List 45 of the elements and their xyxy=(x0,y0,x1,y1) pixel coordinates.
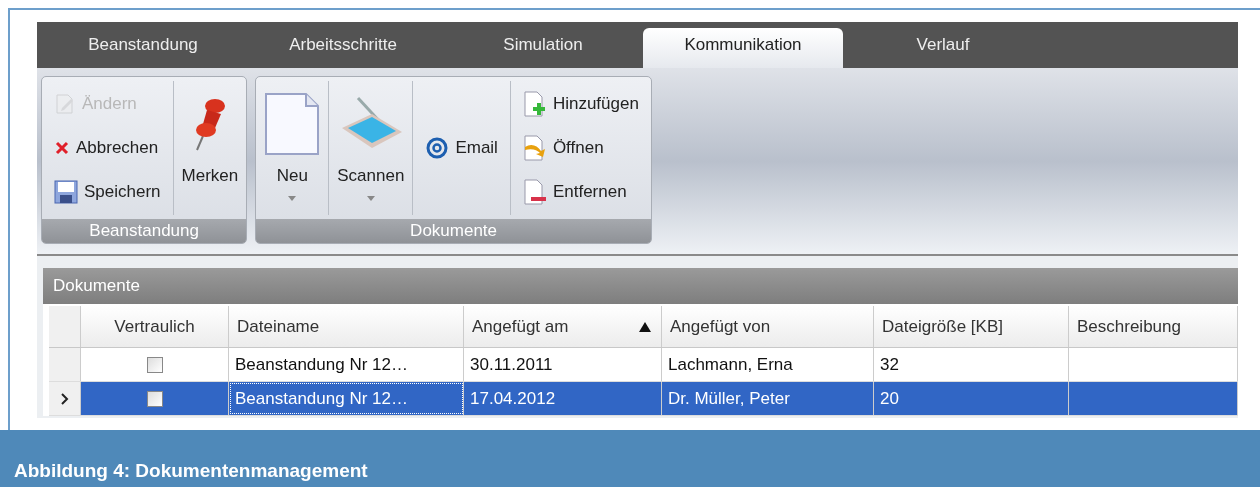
document-arrow-icon xyxy=(522,135,547,161)
pencil-document-icon xyxy=(54,93,76,115)
table-cell: 17.04.2012 xyxy=(464,382,662,415)
checkbox[interactable] xyxy=(146,390,163,407)
ribbon-button[interactable]: Hinzufügen xyxy=(518,85,643,123)
ribbon-large-button[interactable]: Neu xyxy=(256,81,329,215)
table-row[interactable]: Beanstandung Nr 12… 30.11.2011 Lachmann, Erna 32 xyxy=(49,348,1238,382)
panel-header: Dokumente xyxy=(43,268,1238,304)
table-row[interactable]: Beanstandung Nr 12… 17.04.2012 Dr. Müller, Peter 20 xyxy=(49,382,1238,416)
table-cell: Beanstandung Nr 12… xyxy=(229,348,464,381)
ribbon-tab[interactable]: Simulation xyxy=(443,28,643,68)
sort-ascending-icon xyxy=(639,321,651,332)
ribbon-button[interactable]: Email xyxy=(421,129,502,167)
dropdown-caret-icon xyxy=(366,196,375,201)
add-document-icon xyxy=(522,91,547,117)
ribbon-button[interactable]: Abbrechen xyxy=(50,129,165,167)
ribbon-large-button[interactable]: Scannen xyxy=(329,81,413,215)
table-cell: Dr. Müller, Peter xyxy=(662,382,874,415)
blank-document-icon xyxy=(264,92,321,156)
table-cell: 20 xyxy=(874,382,1069,415)
column-header[interactable]: Vertraulich xyxy=(81,306,229,347)
ribbon-tab[interactable]: Arbeitsschritte xyxy=(243,28,443,68)
ribbon-button[interactable]: Speichern xyxy=(50,173,165,211)
remove-document-icon xyxy=(522,179,547,205)
group-label: Dokumente xyxy=(256,219,651,243)
column-header[interactable]: Angefügt am xyxy=(464,306,662,347)
table-cell: 30.11.2011 xyxy=(464,348,662,381)
ribbon-button[interactable]: Öffnen xyxy=(518,129,643,167)
ribbon-button[interactable]: Entfernen xyxy=(518,173,643,211)
table-cell: Beanstandung Nr 12… xyxy=(229,382,464,415)
ribbon-tab[interactable]: Beanstandung xyxy=(43,28,243,68)
group-label: Beanstandung xyxy=(42,219,247,243)
column-header[interactable]: Angefügt von xyxy=(662,306,874,347)
ribbon-tab[interactable]: Verlauf xyxy=(843,28,1043,68)
ribbon-large-button[interactable]: Merken xyxy=(173,81,247,215)
column-header[interactable]: Dateigröße [KB] xyxy=(874,306,1069,347)
column-header[interactable]: Beschreibung xyxy=(1069,306,1238,347)
table-cell: Lachmann, Erna xyxy=(662,348,874,381)
figure-caption: Abbildung 4: Dokumentenmanagement xyxy=(0,430,1260,487)
ribbon-tab[interactable]: Kommunikation xyxy=(643,28,843,68)
column-header[interactable]: Dateiname xyxy=(229,306,464,347)
checkbox[interactable] xyxy=(146,356,163,373)
table-cell: 32 xyxy=(874,348,1069,381)
dropdown-caret-icon xyxy=(288,196,297,201)
x-icon xyxy=(54,140,70,156)
